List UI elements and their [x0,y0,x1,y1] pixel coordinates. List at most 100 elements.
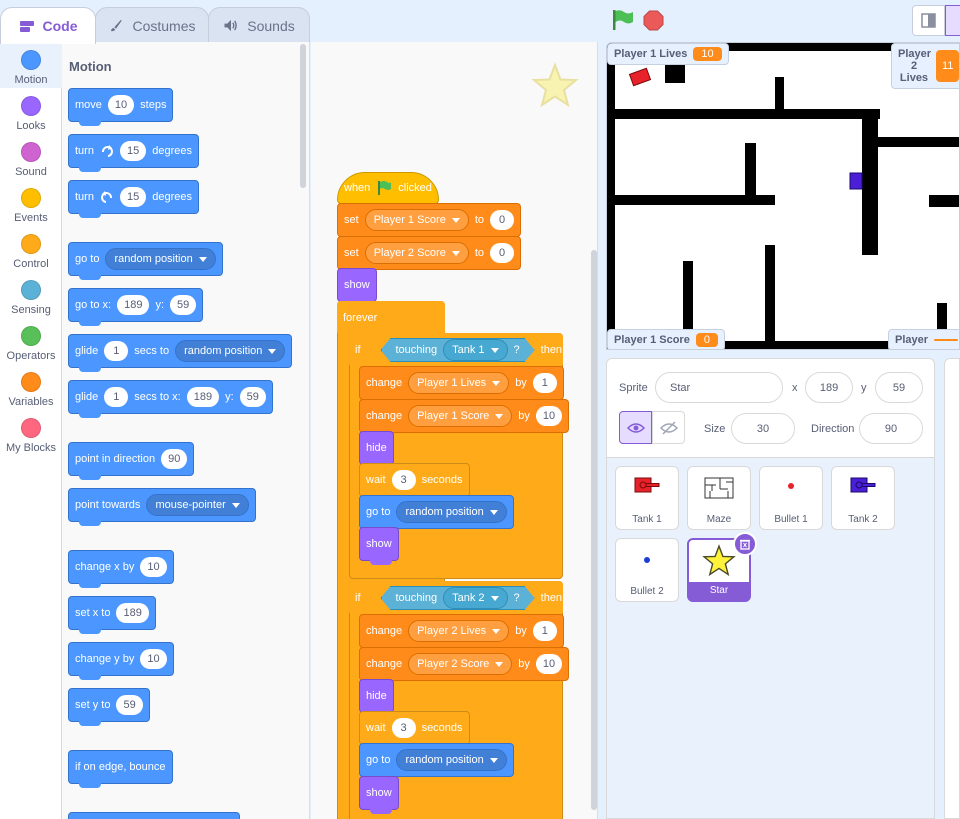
block-glide-to[interactable]: glide 1 secs to random position [68,334,293,372]
category-operators[interactable]: Operators [0,318,62,364]
sprite-tile-maze[interactable]: Maze [687,466,751,530]
block-change-player2-lives[interactable]: change Player 2 Lives by 1 [359,614,564,652]
sprite-tile-bullet-1[interactable]: Bullet 1 [759,466,823,530]
block-point-in-direction[interactable]: point in direction 90 [68,442,195,480]
variable-dropdown[interactable]: Player 1 Score [364,209,469,231]
category-control[interactable]: Control [0,226,62,272]
block-show[interactable]: show [337,268,377,306]
large-stage-button[interactable] [945,5,960,36]
go-to-dropdown[interactable]: random position [105,248,216,270]
block-go-to[interactable]: go to random position [68,242,223,280]
wait-input[interactable]: 3 [391,470,416,490]
sprite-name-input[interactable]: Star [655,372,783,403]
block-point-towards[interactable]: point towards mouse-pointer [68,488,256,526]
hide-sprite-button[interactable] [652,411,685,444]
value-input[interactable]: 10 [535,406,563,426]
degrees-input[interactable]: 15 [119,187,147,207]
touching-dropdown[interactable]: Tank 1 [443,339,507,361]
block-set-player2-score[interactable]: set Player 2 Score to 0 [337,236,522,274]
sprite-tile-tank-2[interactable]: Tank 2 [831,466,895,530]
show-sprite-button[interactable] [619,411,652,444]
category-events[interactable]: Events [0,180,62,226]
green-flag-button[interactable] [610,9,634,31]
change-x-input[interactable]: 10 [140,557,167,577]
value-input[interactable]: 1 [532,621,557,641]
block-set-y[interactable]: set y to 59 [68,688,150,726]
small-stage-button[interactable] [912,5,945,36]
secs-input[interactable]: 1 [104,387,129,407]
palette-scrollbar[interactable] [300,44,306,188]
sprite-tile-tank-1[interactable]: Tank 1 [615,466,679,530]
block-hide[interactable]: hide [359,679,394,717]
block-change-player1-score[interactable]: change Player 1 Score by 10 [359,399,570,437]
category-sensing[interactable]: Sensing [0,272,62,318]
variable-dropdown[interactable]: Player 2 Score [364,242,469,264]
set-y-input[interactable]: 59 [116,695,143,715]
direction-input[interactable]: 90 [161,449,188,469]
x-input[interactable]: 189 [186,387,220,407]
sprite-tile-bullet-2[interactable]: Bullet 2 [615,538,679,602]
category-my-blocks[interactable]: My Blocks [0,410,62,456]
category-looks[interactable]: Looks [0,88,62,134]
go-to-dropdown[interactable]: random position [396,749,507,771]
wait-input[interactable]: 3 [391,718,416,738]
go-to-dropdown[interactable]: random position [396,501,507,523]
block-go-to-random[interactable]: go to random position [359,743,514,781]
value-input[interactable]: 10 [535,654,563,674]
block-move-steps[interactable]: move 10 steps [68,88,174,126]
tab-code[interactable]: Code [0,7,96,44]
block-hide[interactable]: hide [359,431,394,469]
touching-dropdown[interactable]: Tank 2 [443,587,507,609]
category-variables[interactable]: Variables [0,364,62,410]
x-input[interactable]: 189 [117,295,150,315]
block-change-x[interactable]: change x by 10 [68,550,174,588]
block-show[interactable]: show [359,527,399,565]
value-input[interactable]: 0 [490,243,515,263]
degrees-input[interactable]: 15 [119,141,147,161]
variable-dropdown[interactable]: Player 2 Lives [408,620,510,642]
value-input[interactable]: 1 [532,373,557,393]
y-position-input[interactable]: 59 [875,372,923,403]
monitor-player1-score[interactable]: Player 1 Score 0 [607,329,725,349]
block-show[interactable]: show [359,776,399,814]
touching-tank2-condition[interactable]: touching Tank 2? [381,586,535,610]
block-change-y[interactable]: change y by 10 [68,642,174,680]
monitor-player1-lives[interactable]: Player 1 Lives 10 [607,43,729,65]
x-position-input[interactable]: 189 [805,372,853,403]
block-wait[interactable]: wait 3 seconds [359,711,470,749]
glide-dropdown[interactable]: random position [175,340,286,362]
value-input[interactable]: 0 [490,210,515,230]
size-input[interactable]: 30 [731,413,795,444]
delete-sprite-button[interactable] [733,532,757,556]
tab-sounds[interactable]: Sounds [208,7,310,43]
monitor-player2-lives[interactable]: Player 2 Lives 11 [891,43,959,89]
block-set-x[interactable]: set x to 189 [68,596,156,634]
point-towards-dropdown[interactable]: mouse-pointer [146,494,249,516]
category-sound[interactable]: Sound [0,134,62,180]
block-wait[interactable]: wait 3 seconds [359,463,470,501]
stage[interactable]: Player 1 Lives 10 Player 2 Lives 11 Player… [606,42,960,350]
category-motion[interactable]: Motion [0,42,62,88]
stop-button[interactable] [643,10,664,31]
block-turn-left[interactable]: turn 15 degrees [68,180,199,218]
block-when-flag-clicked[interactable]: when clicked [337,172,439,208]
script-scrollbar[interactable] [591,250,597,810]
change-y-input[interactable]: 10 [140,649,167,669]
block-change-player2-score[interactable]: change Player 2 Score by 10 [359,647,570,685]
script-area[interactable]: when clicked set Player 1 Score to 0 set Pla… [311,42,598,819]
block-turn-right[interactable]: turn 15 degrees [68,134,199,172]
y-input[interactable]: 59 [170,295,197,315]
touching-tank1-condition[interactable]: touching Tank 1? [381,338,535,362]
variable-dropdown[interactable]: Player 1 Score [408,405,513,427]
block-change-player1-lives[interactable]: change Player 1 Lives by 1 [359,366,564,404]
block-glide-to-xy[interactable]: glide 1 secs to x: 189 y: 59 [68,380,273,418]
block-go-to-xy[interactable]: go to x: 189 y: 59 [68,288,204,326]
monitor-player2-score[interactable]: Player [888,329,959,349]
secs-input[interactable]: 1 [104,341,129,361]
tab-costumes[interactable]: Costumes [95,7,209,43]
block-rotation-style[interactable] [68,812,240,819]
set-x-input[interactable]: 189 [116,603,149,623]
block-go-to-random[interactable]: go to random position [359,495,514,533]
block-bounce[interactable]: if on edge, bounce [68,750,173,788]
y-input[interactable]: 59 [239,387,266,407]
